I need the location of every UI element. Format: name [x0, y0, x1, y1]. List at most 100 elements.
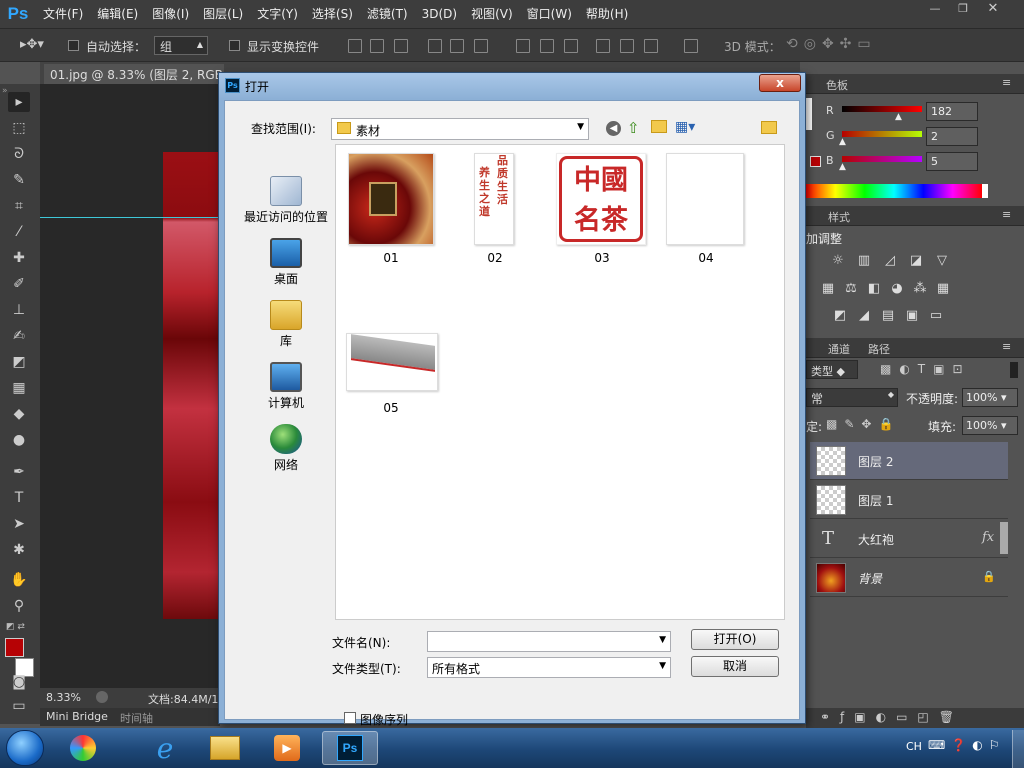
filename-input[interactable]: ▼: [427, 631, 671, 652]
gradient-map-icon[interactable]: ▭: [928, 309, 944, 323]
black-white-icon[interactable]: ◧: [866, 282, 882, 296]
shape-tool-icon[interactable]: ✱: [8, 540, 30, 560]
up-folder-icon[interactable]: ⇧: [627, 119, 640, 137]
zoom-tool-icon[interactable]: ⚲: [8, 596, 30, 616]
layer-row-background[interactable]: 背景 🔒: [810, 559, 1008, 597]
invert-icon[interactable]: ◩: [832, 309, 848, 323]
layer-name[interactable]: 图层 2: [858, 453, 893, 470]
path-select-tool-icon[interactable]: ➤: [8, 514, 30, 534]
brush-tool-icon[interactable]: ✐: [8, 274, 30, 294]
fx-icon[interactable]: fx: [982, 530, 994, 545]
layers-footer-icons[interactable]: ⚭ƒ▣◐▭◰🗑: [806, 708, 1024, 728]
menu-item-2[interactable]: 图像(I): [145, 0, 196, 28]
distribute-bottom-icon[interactable]: [564, 39, 578, 53]
guide-line[interactable]: [40, 217, 220, 218]
tab-timeline[interactable]: 时间轴: [120, 710, 153, 726]
layer-row-2[interactable]: 图层 2: [810, 442, 1008, 480]
align-top-icon[interactable]: [348, 39, 362, 53]
move-tool-icon[interactable]: ▸: [8, 92, 30, 112]
distribute-left-icon[interactable]: [596, 39, 610, 53]
selective-color-icon[interactable]: ▣: [904, 309, 920, 323]
dialog-title-bar[interactable]: Ps 打开: [219, 73, 805, 99]
fill-input[interactable]: 100% ▾: [962, 416, 1018, 435]
crop-tool-icon[interactable]: ⌗: [8, 196, 30, 216]
internet-explorer-icon[interactable]: e: [146, 731, 184, 765]
threshold-icon[interactable]: ▤: [880, 309, 896, 323]
channel-mixer-icon[interactable]: ⁂: [912, 282, 928, 296]
menu-item-5[interactable]: 选择(S): [305, 0, 360, 28]
menu-item-9[interactable]: 窗口(W): [520, 0, 579, 28]
g-slider-handle[interactable]: ▲: [839, 137, 846, 147]
r-slider-handle[interactable]: ▲: [895, 112, 902, 122]
show-transform-checkbox[interactable]: [229, 40, 240, 51]
clone-stamp-tool-icon[interactable]: ⊥: [8, 300, 30, 320]
tab-swatches[interactable]: 色板: [826, 77, 848, 93]
menu-item-1[interactable]: 编辑(E): [90, 0, 145, 28]
layer-filter-icons[interactable]: ▩◐T▣⊡: [880, 362, 971, 376]
restore-button[interactable]: ❐: [950, 2, 976, 18]
color-balance-icon[interactable]: ⚖: [843, 282, 859, 296]
cancel-button[interactable]: 取消: [691, 656, 779, 677]
menu-item-10[interactable]: 帮助(H): [579, 0, 635, 28]
panel-menu-icon[interactable]: ≡: [1002, 208, 1011, 221]
posterize-icon[interactable]: ◢: [856, 309, 872, 323]
start-button[interactable]: [6, 730, 44, 766]
document-tab[interactable]: 01.jpg @ 8.33% (图层 2, RGB/8) *: [44, 64, 224, 84]
r-value[interactable]: 182: [926, 102, 978, 121]
lock-icons[interactable]: ▩✎✥🔒: [826, 417, 900, 431]
dialog-close-button[interactable]: x: [759, 74, 801, 92]
pen-tool-icon[interactable]: ✒: [8, 462, 30, 482]
vibrance-icon[interactable]: ▽: [934, 254, 950, 268]
menu-item-6[interactable]: 滤镜(T): [360, 0, 415, 28]
align-right-icon[interactable]: [474, 39, 488, 53]
open-button[interactable]: 打开(O): [691, 629, 779, 650]
menu-item-4[interactable]: 文字(Y): [250, 0, 305, 28]
media-center-icon[interactable]: [64, 731, 102, 765]
move-tool-icon[interactable]: ▸✥▾: [20, 37, 44, 52]
panel-menu-icon[interactable]: ≡: [1002, 340, 1011, 353]
minimize-button[interactable]: —: [922, 2, 948, 18]
new-folder-icon[interactable]: [651, 120, 667, 133]
filter-toggle[interactable]: [1010, 362, 1018, 378]
auto-select-checkbox[interactable]: [68, 40, 79, 51]
distribute-hcenter-icon[interactable]: [620, 39, 634, 53]
show-desktop-button[interactable]: [1012, 730, 1024, 768]
favorite-folder-icon[interactable]: [761, 121, 777, 134]
place-desktop[interactable]: 桌面: [239, 238, 333, 287]
tab-styles[interactable]: 样式: [828, 209, 850, 225]
color-ramp[interactable]: [806, 184, 982, 198]
distribute-right-icon[interactable]: [644, 39, 658, 53]
opacity-input[interactable]: 100% ▾: [962, 388, 1018, 407]
view-menu-icon[interactable]: ▦▾: [675, 119, 695, 135]
menu-item-3[interactable]: 图层(L): [196, 0, 250, 28]
place-libraries[interactable]: 库: [239, 300, 333, 349]
exposure-icon[interactable]: ◪: [908, 254, 924, 268]
screen-mode-icon[interactable]: ▭: [8, 696, 30, 716]
foreground-color-swatch[interactable]: [5, 638, 24, 657]
dodge-tool-icon[interactable]: ●: [8, 430, 30, 450]
document-image[interactable]: [163, 152, 220, 619]
media-player-icon[interactable]: ▶: [268, 731, 306, 765]
menu-item-0[interactable]: 文件(F): [36, 0, 90, 28]
history-brush-tool-icon[interactable]: ✍: [8, 326, 30, 346]
photoshop-taskbar-button[interactable]: Ps: [322, 731, 378, 765]
tab-mini-bridge[interactable]: Mini Bridge: [46, 710, 108, 723]
color-lookup-icon[interactable]: ▦: [935, 282, 951, 296]
b-value[interactable]: 5: [926, 152, 978, 171]
b-slider[interactable]: [842, 156, 922, 162]
g-slider[interactable]: [842, 131, 922, 137]
auto-align-icon[interactable]: [684, 39, 698, 53]
panel-menu-icon[interactable]: ≡: [1002, 76, 1011, 89]
place-network[interactable]: 网络: [239, 424, 333, 473]
layer-name[interactable]: 大红袍: [858, 531, 894, 548]
photo-filter-icon[interactable]: ◕: [889, 282, 905, 296]
eyedropper-tool-icon[interactable]: ⁄: [8, 222, 30, 242]
filetype-dropdown[interactable]: 所有格式 ▼: [427, 657, 671, 678]
3d-mode-icons[interactable]: ⟲◎✥✣▭: [786, 36, 877, 52]
tray-icons[interactable]: ⌨❓◐⚐: [928, 738, 1006, 752]
layer-name[interactable]: 图层 1: [858, 492, 893, 509]
layer-row-text[interactable]: T 大红袍 fx: [810, 520, 1008, 558]
distribute-top-icon[interactable]: [516, 39, 530, 53]
look-in-dropdown[interactable]: 素材 ▼: [331, 118, 589, 140]
place-recent[interactable]: 最近访问的位置: [239, 176, 333, 225]
